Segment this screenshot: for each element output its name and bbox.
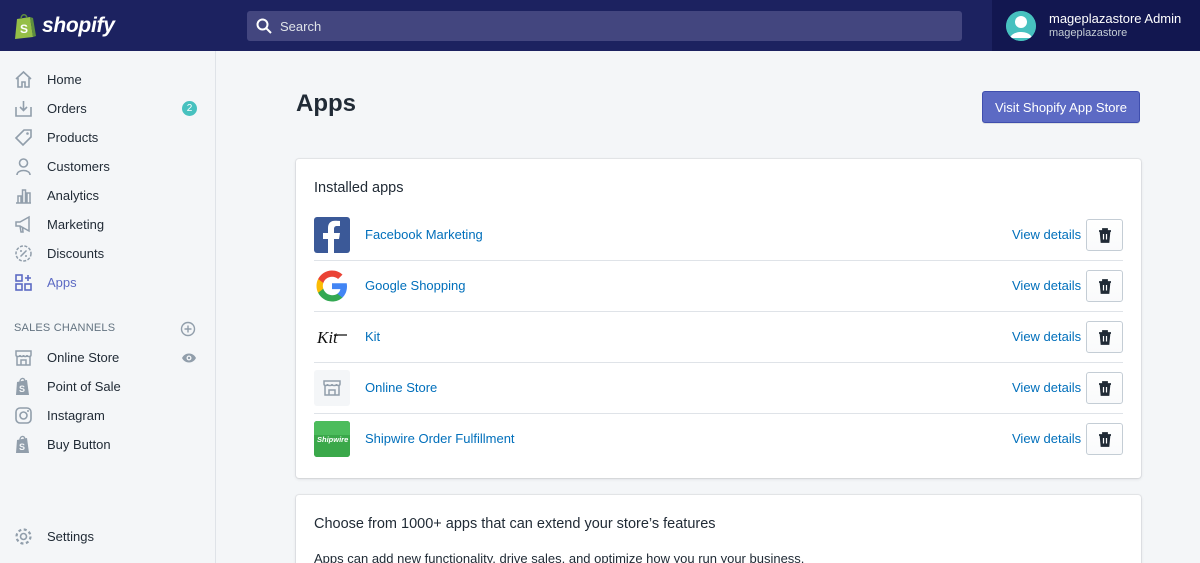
brand-name: shopify (42, 13, 115, 37)
account-name: mageplazastore Admin (1049, 10, 1182, 26)
view-details-link[interactable]: View details (1012, 227, 1081, 242)
orders-icon (14, 99, 33, 118)
app-name-link[interactable]: Kit (365, 329, 380, 344)
app-name-link[interactable]: Facebook Marketing (365, 227, 483, 242)
sidebar-item-label: Products (47, 130, 99, 145)
sidebar-item-label: Discounts (47, 246, 105, 261)
sidebar-item-buy-button[interactable]: S Buy Button (0, 430, 216, 459)
visit-app-store-button[interactable]: Visit Shopify App Store (982, 91, 1140, 123)
search-icon (256, 18, 272, 34)
sidebar-item-settings[interactable]: Settings (0, 522, 216, 551)
shopify-bag-icon: S (15, 13, 36, 39)
kit-logo-text: Kit (316, 328, 339, 347)
sidebar-item-label: Buy Button (47, 437, 111, 452)
delete-app-button[interactable] (1086, 270, 1123, 302)
megaphone-icon (14, 215, 33, 234)
sidebar: Home Orders 2 Products Customers Analyti… (0, 51, 216, 563)
sidebar-item-marketing[interactable]: Marketing (0, 210, 216, 239)
app-name-link[interactable]: Online Store (365, 380, 437, 395)
sidebar-item-label: Orders (47, 101, 87, 116)
sidebar-item-label: Point of Sale (47, 379, 121, 394)
app-row: Online Store View details (314, 363, 1123, 414)
sidebar-item-apps[interactable]: Apps (0, 268, 216, 297)
shipwire-logo-text: Shipwire (317, 435, 348, 444)
trash-icon (1098, 278, 1111, 294)
shopify-bag-icon: S (14, 435, 33, 454)
top-bar: S shopify Search mageplazastore Admin ma… (0, 0, 1200, 51)
sidebar-item-label: Home (47, 72, 82, 87)
sidebar-item-home[interactable]: Home (0, 65, 216, 94)
view-details-link[interactable]: View details (1012, 380, 1081, 395)
sidebar-item-label: Settings (47, 529, 94, 544)
sidebar-item-label: Analytics (47, 188, 100, 203)
svg-text:S: S (20, 22, 28, 36)
app-row: Kit Kit View details (314, 312, 1123, 363)
svg-text:S: S (19, 384, 25, 394)
app-row: Shipwire Shipwire Order Fulfillment View… (314, 414, 1123, 465)
sidebar-item-analytics[interactable]: Analytics (0, 181, 216, 210)
sidebar-item-point-of-sale[interactable]: S Point of Sale (0, 372, 216, 401)
delete-app-button[interactable] (1086, 423, 1123, 455)
trash-icon (1098, 380, 1111, 396)
shopify-bag-icon: S (14, 377, 33, 396)
sidebar-item-online-store[interactable]: Online Store (0, 343, 216, 372)
page-title: Apps (296, 90, 356, 117)
sales-channels-heading: SALES CHANNELS (14, 322, 116, 334)
sidebar-item-orders[interactable]: Orders 2 (0, 94, 216, 123)
kit-logo-icon: Kit (314, 319, 350, 355)
sidebar-item-label: Apps (47, 275, 77, 290)
add-sales-channel-icon[interactable] (180, 321, 196, 342)
sidebar-item-label: Marketing (47, 217, 105, 232)
promo-description: Apps can add new functionality, drive sa… (314, 551, 805, 563)
app-row: Facebook Marketing View details (314, 210, 1123, 261)
sidebar-item-customers[interactable]: Customers (0, 152, 216, 181)
installed-apps-card: Installed apps Facebook Marketing View d… (296, 159, 1141, 478)
store-logo-icon (314, 370, 350, 406)
account-menu[interactable]: mageplazastore Admin mageplazastore (992, 0, 1200, 51)
shopify-logo[interactable]: S shopify (0, 0, 216, 51)
discount-icon (14, 244, 33, 263)
view-details-link[interactable]: View details (1012, 329, 1081, 344)
view-details-link[interactable]: View details (1012, 278, 1081, 293)
app-name-link[interactable]: Google Shopping (365, 278, 465, 293)
app-name-link[interactable]: Shipwire Order Fulfillment (365, 431, 515, 446)
trash-icon (1098, 227, 1111, 243)
user-icon (14, 157, 33, 176)
delete-app-button[interactable] (1086, 219, 1123, 251)
delete-app-button[interactable] (1086, 321, 1123, 353)
orders-count-badge: 2 (182, 101, 197, 116)
app-store-promo-card: Choose from 1000+ apps that can extend y… (296, 495, 1141, 563)
trash-icon (1098, 329, 1111, 345)
bar-chart-icon (14, 186, 33, 205)
sidebar-item-label: Instagram (47, 408, 105, 423)
apps-icon (14, 273, 33, 292)
sidebar-item-instagram[interactable]: Instagram (0, 401, 216, 430)
view-details-link[interactable]: View details (1012, 431, 1081, 446)
search-input[interactable]: Search (247, 11, 962, 41)
app-row: Google Shopping View details (314, 261, 1123, 312)
eye-icon[interactable] (181, 351, 197, 369)
svg-text:S: S (19, 442, 25, 452)
avatar (1006, 10, 1036, 41)
delete-app-button[interactable] (1086, 372, 1123, 404)
home-icon (14, 70, 33, 89)
sidebar-item-products[interactable]: Products (0, 123, 216, 152)
store-icon (14, 348, 33, 367)
google-logo-icon (314, 268, 350, 304)
facebook-logo-icon (314, 217, 350, 253)
instagram-icon (14, 406, 33, 425)
trash-icon (1098, 431, 1111, 447)
shipwire-logo-icon: Shipwire (314, 421, 350, 457)
sidebar-item-label: Customers (47, 159, 110, 174)
promo-heading: Choose from 1000+ apps that can extend y… (314, 516, 716, 532)
user-avatar-icon (1006, 10, 1036, 41)
tag-icon (14, 128, 33, 147)
search-placeholder: Search (280, 18, 322, 34)
sidebar-item-label: Online Store (47, 350, 120, 365)
sidebar-item-discounts[interactable]: Discounts (0, 239, 216, 268)
installed-apps-heading: Installed apps (314, 180, 404, 196)
gear-icon (14, 527, 33, 546)
account-store: mageplazastore (1049, 26, 1128, 39)
